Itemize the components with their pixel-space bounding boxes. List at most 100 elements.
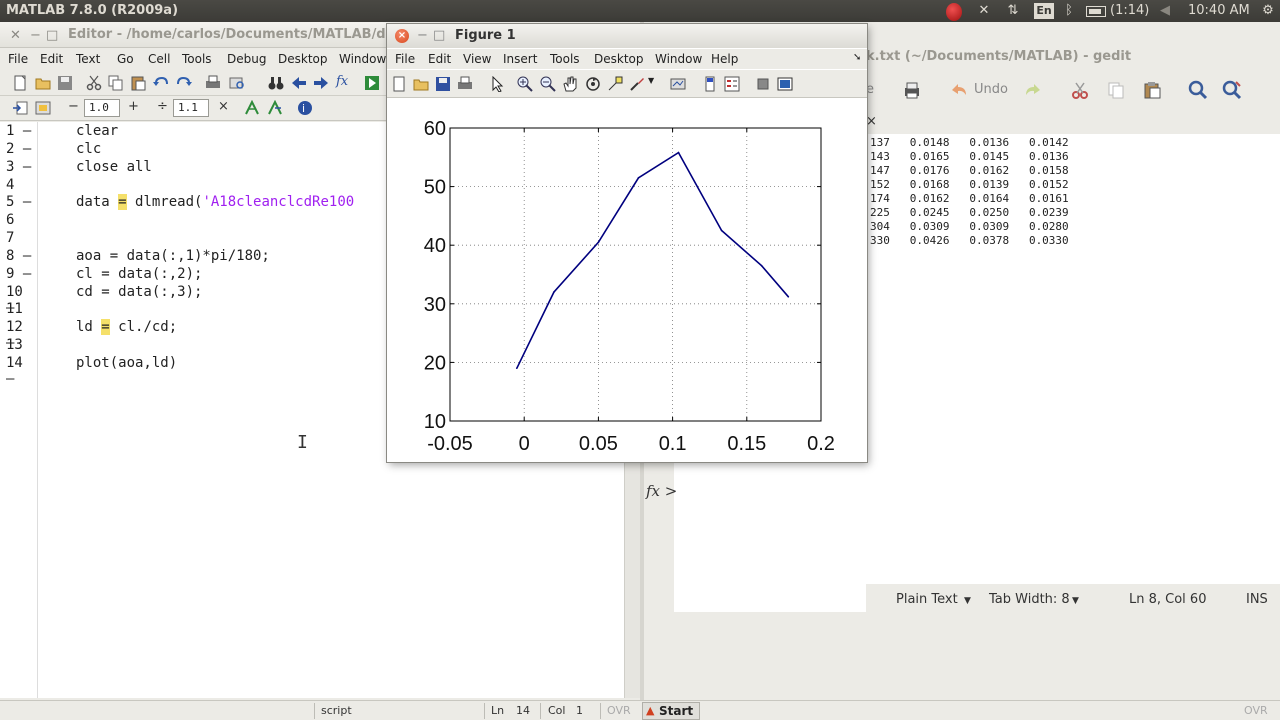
- dropbox-icon[interactable]: ✕: [974, 2, 994, 20]
- battery-time[interactable]: (1:14): [1110, 2, 1149, 20]
- open-folder-icon[interactable]: [413, 76, 429, 92]
- search-replace-icon[interactable]: [1222, 80, 1242, 100]
- keyboard-layout-indicator[interactable]: En: [1034, 3, 1054, 19]
- record-indicator-icon[interactable]: [946, 3, 962, 21]
- menu-go[interactable]: Go: [117, 52, 134, 66]
- menu-window[interactable]: Window: [655, 52, 702, 66]
- new-figure-icon[interactable]: [391, 76, 407, 92]
- rotate-3d-icon[interactable]: [585, 76, 601, 92]
- increment-button[interactable]: +: [128, 99, 139, 114]
- pointer-icon[interactable]: [489, 76, 505, 92]
- print-icon[interactable]: [457, 76, 473, 92]
- function-fx-icon[interactable]: fx: [336, 74, 352, 90]
- close-icon[interactable]: ✕: [10, 28, 21, 43]
- copy-icon[interactable]: [108, 75, 124, 91]
- evaluate-cell-icon[interactable]: [244, 100, 260, 116]
- pan-hand-icon[interactable]: [562, 76, 578, 92]
- chevron-down-icon[interactable]: ▼: [648, 76, 664, 92]
- menu-view[interactable]: View: [463, 52, 491, 66]
- zoom-out-icon[interactable]: [540, 76, 556, 92]
- forward-arrow-icon[interactable]: [313, 75, 329, 91]
- menu-edit[interactable]: Edit: [40, 52, 63, 66]
- network-icon[interactable]: ⇅: [1003, 2, 1023, 20]
- minimize-icon[interactable]: −: [417, 28, 428, 43]
- volume-icon[interactable]: ◀: [1157, 2, 1173, 20]
- divide-button[interactable]: ÷: [157, 99, 168, 114]
- brush-icon[interactable]: [629, 76, 645, 92]
- menu-desktop[interactable]: Desktop: [594, 52, 644, 66]
- menu-file[interactable]: File: [395, 52, 415, 66]
- decrement-button[interactable]: −: [68, 99, 79, 114]
- zoom-in-icon[interactable]: [517, 76, 533, 92]
- line-number: 11: [6, 301, 23, 317]
- copy-icon[interactable]: [1106, 81, 1126, 99]
- syntax-mode-selector[interactable]: Plain Text: [896, 592, 958, 607]
- paste-icon[interactable]: [1142, 81, 1162, 99]
- bluetooth-icon[interactable]: ᛒ: [1061, 2, 1077, 20]
- find-binoculars-icon[interactable]: [268, 75, 284, 91]
- search-icon[interactable]: [1188, 80, 1208, 100]
- undo-icon[interactable]: [153, 75, 169, 91]
- power-gear-icon[interactable]: ⚙: [1260, 2, 1276, 20]
- clock[interactable]: 10:40 AM: [1188, 2, 1250, 20]
- evaluate-advance-icon[interactable]: [267, 100, 283, 116]
- dock-arrow-icon[interactable]: ➘: [853, 52, 861, 63]
- redo-icon[interactable]: [176, 75, 192, 91]
- data-row: 330 0.0426 0.0378 0.0330: [870, 234, 1069, 247]
- chevron-down-icon[interactable]: ▼: [964, 596, 971, 606]
- y-tick-label: 50: [424, 177, 446, 199]
- paste-icon[interactable]: [130, 75, 146, 91]
- start-button[interactable]: ▲ Start: [642, 702, 701, 720]
- help-icon[interactable]: i: [297, 100, 313, 116]
- menu-tools[interactable]: Tools: [550, 52, 580, 66]
- open-folder-icon[interactable]: [35, 75, 51, 91]
- show-plot-tools-icon[interactable]: [777, 76, 793, 92]
- legend-icon[interactable]: [724, 76, 740, 92]
- multiply-button[interactable]: ×: [218, 99, 229, 114]
- menu-text[interactable]: Text: [76, 52, 100, 66]
- cell-divide-field[interactable]: 1.1: [173, 99, 209, 117]
- figure-window: × − □ Figure 1 File Edit View Insert Too…: [387, 24, 867, 462]
- divider: [314, 703, 315, 719]
- menu-file[interactable]: File: [8, 52, 28, 66]
- gedit-text-area[interactable]: 137 0.0148 0.0136 0.0142 143 0.0165 0.01…: [866, 134, 1280, 584]
- tab-close-button[interactable]: ×: [866, 114, 877, 129]
- close-icon[interactable]: ×: [395, 29, 409, 43]
- cut-icon[interactable]: [1070, 81, 1090, 99]
- find-files-icon[interactable]: [229, 75, 245, 91]
- link-plot-icon[interactable]: [670, 76, 686, 92]
- colorbar-icon[interactable]: [702, 76, 718, 92]
- data-cursor-icon[interactable]: [607, 76, 623, 92]
- back-arrow-icon[interactable]: [291, 75, 307, 91]
- command-window[interactable]: fx >: [644, 460, 866, 612]
- maximize-icon[interactable]: □: [46, 28, 58, 43]
- undo-icon[interactable]: [948, 81, 968, 99]
- menu-desktop[interactable]: Desktop: [278, 52, 328, 66]
- insert-cell-icon[interactable]: [12, 100, 28, 116]
- cut-icon[interactable]: [86, 75, 102, 91]
- menu-debug[interactable]: Debug: [227, 52, 266, 66]
- figure-canvas[interactable]: -0.05 0 0.05 0.1 0.15 0.2 10 20 30 40 50 60: [387, 99, 867, 462]
- cell-mode-icon[interactable]: [35, 100, 51, 116]
- tab-width-selector[interactable]: Tab Width: 8: [989, 592, 1070, 607]
- new-file-icon[interactable]: [12, 75, 28, 91]
- menu-cell[interactable]: Cell: [148, 52, 170, 66]
- hide-plot-tools-icon[interactable]: [755, 76, 771, 92]
- menu-window[interactable]: Window: [339, 52, 386, 66]
- menu-help[interactable]: Help: [711, 52, 738, 66]
- print-icon[interactable]: [902, 81, 922, 99]
- save-icon[interactable]: [57, 75, 73, 91]
- maximize-icon[interactable]: □: [433, 28, 445, 43]
- minimize-icon[interactable]: −: [30, 28, 41, 43]
- menu-insert[interactable]: Insert: [503, 52, 537, 66]
- print-icon[interactable]: [205, 75, 221, 91]
- undo-button[interactable]: Undo: [974, 82, 1008, 97]
- chevron-down-icon[interactable]: ▼: [1072, 596, 1079, 606]
- run-icon[interactable]: [364, 75, 380, 91]
- menu-edit[interactable]: Edit: [428, 52, 451, 66]
- redo-icon[interactable]: [1024, 81, 1044, 99]
- menu-tools[interactable]: Tools: [182, 52, 212, 66]
- cell-step-field[interactable]: 1.0: [84, 99, 120, 117]
- save-icon[interactable]: [435, 76, 451, 92]
- battery-icon[interactable]: [1086, 6, 1106, 17]
